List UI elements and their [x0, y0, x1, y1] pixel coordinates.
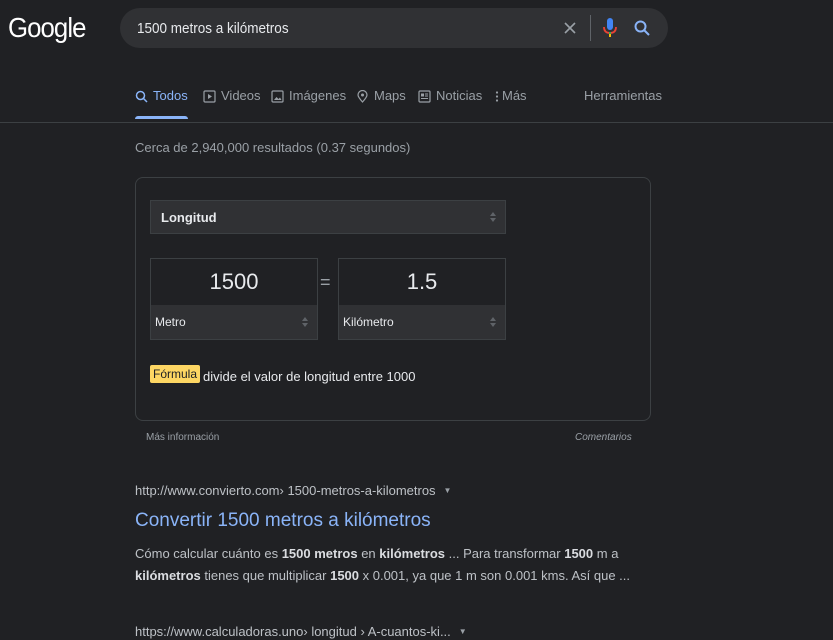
- updown-arrow-icon: [302, 317, 308, 327]
- cite-domain[interactable]: http://www.convierto.com: [135, 483, 280, 498]
- from-unit-box: 1500 Metro: [150, 258, 318, 340]
- caret-down-icon[interactable]: ▼: [459, 627, 467, 636]
- tab-label: Más: [502, 88, 527, 103]
- formula-badge: Fórmula: [150, 365, 201, 383]
- equals-sign: =: [320, 272, 331, 292]
- search-tabs: Todos Videos Imágenes Maps Noticias Más …: [0, 78, 833, 123]
- tab-videos[interactable]: Videos: [203, 88, 261, 118]
- more-info-link[interactable]: Más información: [146, 432, 219, 443]
- to-unit-label: Kilómetro: [343, 315, 394, 329]
- snippet-text: en: [357, 546, 380, 561]
- search-icon: [135, 90, 148, 103]
- cite-path: › longitud › A-cuantos-ki...: [303, 624, 451, 639]
- unit-category-select[interactable]: Longitud: [150, 200, 506, 234]
- tools-button[interactable]: Herramientas: [584, 88, 662, 118]
- microphone-icon[interactable]: [601, 17, 619, 39]
- tab-mas[interactable]: Más: [494, 88, 527, 118]
- tools-label: Herramientas: [584, 88, 663, 103]
- tab-label: Videos: [221, 88, 261, 103]
- tab-todos[interactable]: Todos: [135, 88, 188, 119]
- more-vert-icon: [495, 91, 499, 102]
- search-input[interactable]: 1500 metros a kilómetros: [137, 20, 518, 37]
- google-logo[interactable]: Google: [8, 12, 86, 44]
- snippet-text: tienes que multiplicar: [200, 568, 331, 583]
- updown-arrow-icon: [490, 317, 496, 327]
- cite-path: › 1500-metros-a-kilometros: [279, 483, 436, 498]
- snippet-text: m a: [593, 546, 619, 561]
- result-cite: https://www.calculadoras.uno › longitud …: [135, 624, 467, 639]
- caret-down-icon[interactable]: ▼: [444, 486, 452, 495]
- to-unit-box: 1.5 Kilómetro: [338, 258, 506, 340]
- feedback-link[interactable]: Comentarios: [575, 432, 632, 443]
- news-icon: [418, 90, 431, 103]
- snippet-highlight: kilómetros: [135, 568, 201, 583]
- snippet-text: ... Para transformar: [445, 546, 565, 561]
- tab-label: Noticias: [436, 88, 483, 103]
- tab-noticias[interactable]: Noticias: [418, 88, 482, 118]
- result-snippet: Cómo calcular cuánto es 1500 metros en k…: [135, 543, 635, 587]
- snippet-text: Cómo calcular cuánto es: [135, 546, 282, 561]
- from-unit-label: Metro: [155, 315, 186, 329]
- result-stats: Cerca de 2,940,000 resultados (0.37 segu…: [135, 140, 411, 155]
- tab-imagenes[interactable]: Imágenes: [271, 88, 346, 118]
- from-value-input[interactable]: 1500: [151, 259, 317, 305]
- snippet-highlight: kilómetros: [379, 546, 446, 561]
- tab-label: Imágenes: [289, 88, 347, 103]
- snippet-highlight: 1500: [330, 568, 360, 583]
- from-unit-select[interactable]: Metro: [151, 305, 317, 339]
- to-value-input[interactable]: 1.5: [339, 259, 505, 305]
- search-divider: [590, 15, 591, 41]
- map-pin-icon: [357, 90, 368, 103]
- search-bar[interactable]: 1500 metros a kilómetros: [120, 8, 668, 48]
- result-cite: http://www.convierto.com › 1500-metros-a…: [135, 483, 451, 498]
- search-results-page: Google 1500 metros a kilómetros Todos Vi…: [0, 0, 833, 640]
- unit-category-label: Longitud: [161, 209, 217, 225]
- updown-arrow-icon: [490, 212, 496, 222]
- play-icon: [203, 90, 216, 103]
- tab-label: Todos: [153, 88, 188, 103]
- image-icon: [271, 90, 284, 103]
- tab-label: Maps: [374, 88, 406, 103]
- result-title-link[interactable]: Convertir 1500 metros a kilómetros: [135, 510, 431, 532]
- snippet-highlight: 1500 metros: [281, 546, 358, 561]
- to-unit-select[interactable]: Kilómetro: [339, 305, 505, 339]
- close-icon[interactable]: [560, 18, 580, 38]
- tab-maps[interactable]: Maps: [356, 88, 406, 118]
- snippet-highlight: 1500: [564, 546, 594, 561]
- formula-text: divide el valor de longitud entre 1000: [203, 369, 416, 384]
- snippet-text: x 0.001, ya que 1 m son 0.001 kms. Así q…: [359, 568, 631, 583]
- search-icon[interactable]: [633, 19, 651, 37]
- cite-domain[interactable]: https://www.calculadoras.uno: [135, 624, 303, 639]
